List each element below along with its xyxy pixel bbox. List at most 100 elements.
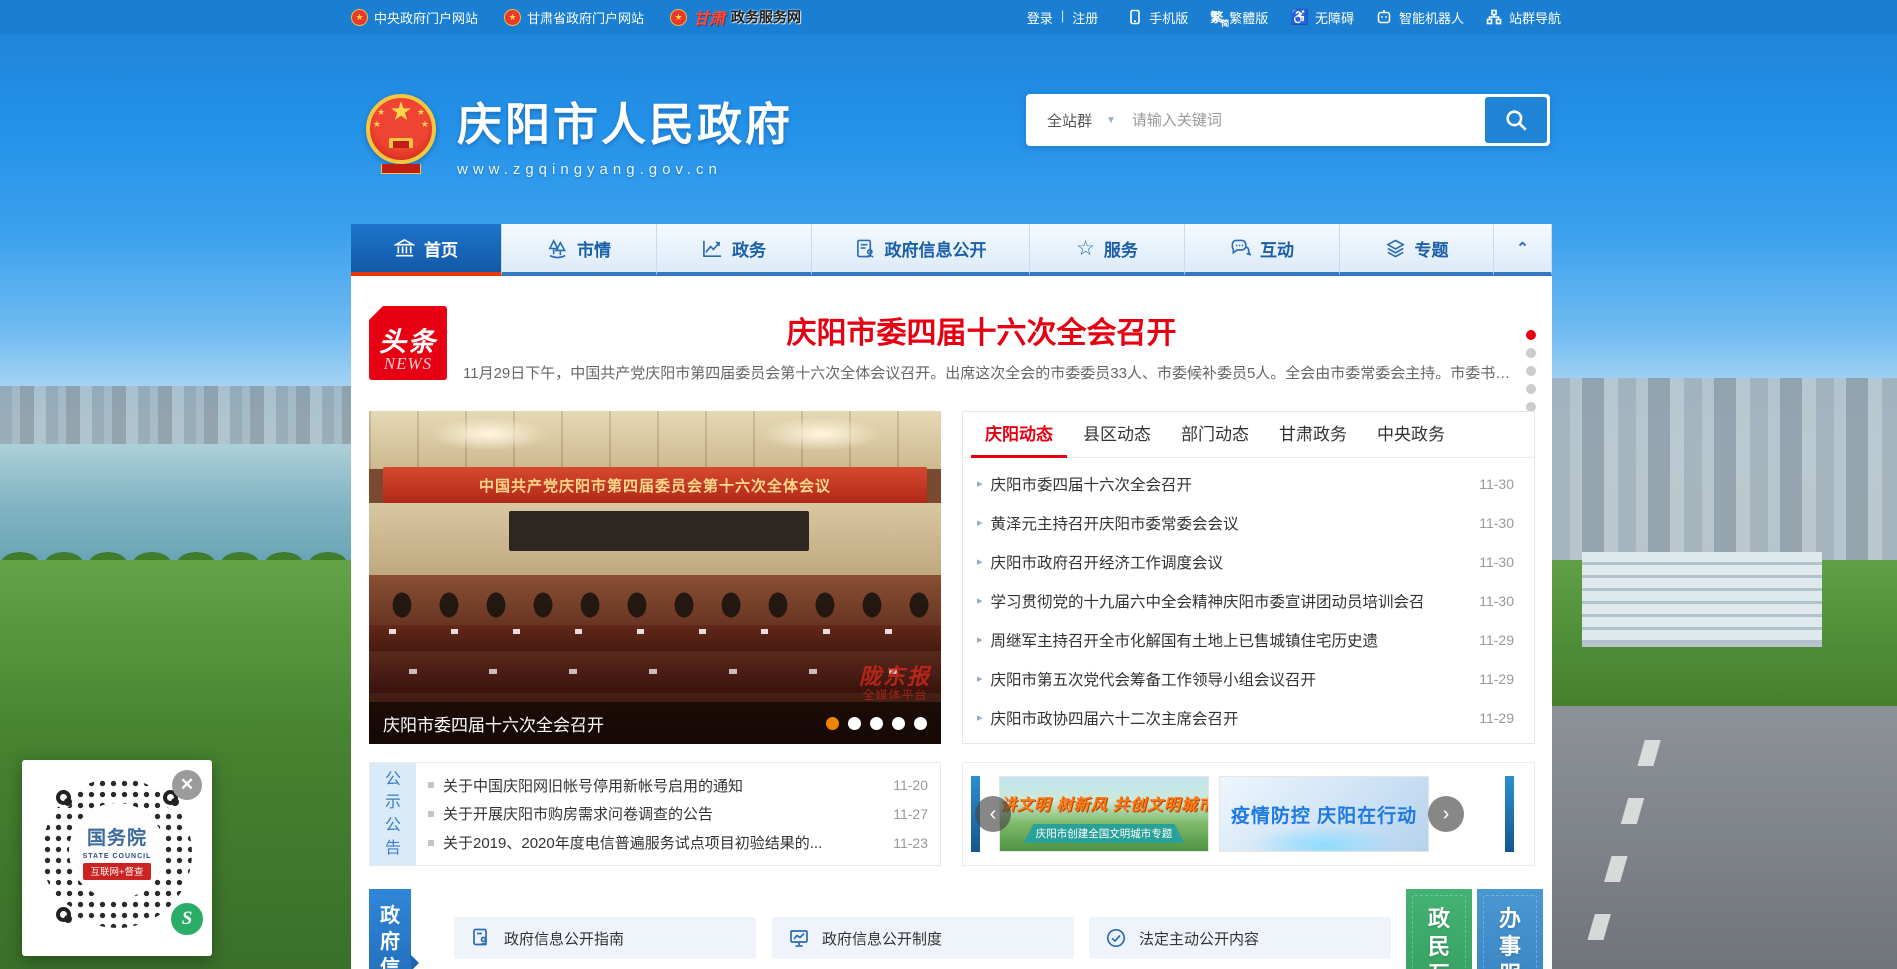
- tab-city-overview[interactable]: 市情: [502, 224, 657, 276]
- tab-interaction[interactable]: 互动: [1185, 224, 1340, 276]
- projection-screen: [509, 511, 809, 551]
- site-group-nav-link[interactable]: 站群导航: [1486, 8, 1561, 27]
- ceiling-light: [761, 417, 881, 451]
- headline-title[interactable]: 庆阳市委四届十六次全会召开: [459, 308, 1504, 352]
- pager-dot[interactable]: [1526, 366, 1536, 376]
- pager-dot[interactable]: [1526, 348, 1536, 358]
- site-search: 全站群 ▼: [1026, 94, 1550, 146]
- layers-icon: [1385, 238, 1406, 259]
- notice-item[interactable]: 关于2019、2020年度电信普遍服务试点项目初验结果的... 11-23: [428, 832, 928, 853]
- news-tab-counties[interactable]: 县区动态: [1083, 420, 1151, 457]
- tab-label: 政府信息公开: [885, 236, 987, 261]
- emblem-icon: ★: [351, 9, 368, 26]
- star-icon: ☆: [1076, 238, 1095, 259]
- news-item[interactable]: ▸ 学习贯彻党的十九届六中全会精神庆阳市委宣讲团动员培训会召 11-30: [977, 590, 1520, 612]
- tab-home[interactable]: 首页: [351, 224, 502, 276]
- search-input[interactable]: [1132, 112, 1485, 129]
- register-link[interactable]: 注册: [1072, 8, 1098, 27]
- arrow-bullet-icon: ▸: [977, 516, 983, 529]
- banner-prev-arrow[interactable]: ‹: [975, 796, 1011, 832]
- accessibility-icon: ♿: [1290, 10, 1309, 25]
- news-tab-qingyang[interactable]: 庆阳动态: [985, 420, 1053, 457]
- info-disclosure-system-link[interactable]: 政府信息公开制度: [772, 917, 1074, 959]
- gansu-logo-text: 甘肃: [693, 5, 725, 29]
- link-label: 中央政府门户网站: [374, 8, 478, 27]
- arrow-bullet-icon: ▸: [977, 711, 983, 724]
- tool-label: 手机版: [1149, 8, 1188, 27]
- news-list: ▸ 庆阳市委四届十六次全会召开 11-30 ▸ 黄泽元主持召开庆阳市委常委会会议…: [977, 464, 1520, 737]
- news-tab-departments[interactable]: 部门动态: [1181, 420, 1249, 457]
- search-scope-label: 全站群: [1047, 110, 1092, 131]
- robot-icon: [1376, 9, 1393, 26]
- tab-services[interactable]: ☆ 服务: [1030, 224, 1185, 276]
- notices-list: 关于中国庆阳网旧帐号停用新帐号启用的通知 11-20 关于开展庆阳市购房需求问卷…: [416, 763, 940, 865]
- civilized-city-banner[interactable]: 讲文明 树新风 共创文明城市 庆阳市创建全国文明城市专题: [999, 776, 1209, 852]
- info-disclosure-guide-link[interactable]: 政府信息公开指南: [454, 917, 756, 959]
- pager-dot[interactable]: [1526, 330, 1536, 340]
- close-icon[interactable]: ✕: [172, 770, 202, 800]
- attendees-silhouettes: [379, 579, 931, 631]
- carousel-caption[interactable]: 庆阳市委四届十六次全会召开: [383, 711, 826, 736]
- news-item[interactable]: ▸ 周继军主持召开全市化解国有土地上已售城镇住宅历史遗 11-29: [977, 629, 1520, 651]
- legal-disclosure-content-link[interactable]: 法定主动公开内容: [1089, 917, 1391, 959]
- national-emblem-logo: ★ ★ ★ ★ ★: [363, 92, 439, 174]
- notice-item[interactable]: 关于开展庆阳市购房需求问卷调查的公告 11-27: [428, 803, 928, 824]
- document-person-icon: [855, 238, 876, 259]
- news-item[interactable]: ▸ 庆阳市委四届十六次全会召开 11-30: [977, 473, 1520, 495]
- accessibility-link[interactable]: ♿ 无障碍: [1290, 8, 1354, 27]
- news-item[interactable]: ▸ 庆阳市第五次党代会筹备工作领导小组会议召开 11-29: [977, 668, 1520, 690]
- news-tab-gansu[interactable]: 甘肃政务: [1279, 420, 1347, 457]
- news-item[interactable]: ▸ 黄泽元主持召开庆阳市委常委会会议 11-30: [977, 512, 1520, 534]
- news-item[interactable]: ▸ 庆阳市政府召开经济工作调度会议 11-30: [977, 551, 1520, 573]
- nav-collapse-button[interactable]: ⌃: [1494, 224, 1552, 276]
- arrow-bullet-icon: ▸: [977, 594, 983, 607]
- speech-bubbles-icon: [1230, 238, 1251, 259]
- news-tab-central[interactable]: 中央政务: [1377, 420, 1445, 457]
- headline-news-badge[interactable]: 头条 NEWS: [369, 306, 447, 380]
- traditional-chinese-link[interactable]: 繁简 繁體版: [1210, 8, 1268, 27]
- tool-label: 智能机器人: [1399, 8, 1464, 27]
- tab-special-topics[interactable]: 专题: [1340, 224, 1494, 276]
- carousel-dot[interactable]: [892, 717, 905, 730]
- citizen-interaction-block[interactable]: 政民互动: [1406, 889, 1472, 969]
- square-bullet-icon: [428, 840, 434, 846]
- news-panel: 庆阳动态 县区动态 部门动态 甘肃政务 中央政务 ▸ 庆阳市委四届十六次全会召开…: [962, 411, 1535, 744]
- mobile-version-link[interactable]: 手机版: [1126, 8, 1188, 27]
- info-disclosure-ribbon[interactable]: 政府信息公开: [369, 889, 411, 969]
- photo-carousel[interactable]: 中国共产党庆阳市第四届委员会第十六次全体会议 陇东报 全媒体平台 庆阳市委四届十…: [369, 411, 941, 744]
- tab-info-disclosure[interactable]: 政府信息公开: [812, 224, 1030, 276]
- service-portal-text: 政务服务网: [731, 7, 801, 27]
- site-url: www.zgqingyang.gov.cn: [457, 161, 793, 178]
- search-scope-dropdown[interactable]: 全站群 ▼: [1029, 110, 1132, 131]
- carousel-dot[interactable]: [826, 717, 839, 730]
- online-services-block[interactable]: 办事服务: [1477, 889, 1543, 969]
- smart-robot-link[interactable]: 智能机器人: [1376, 8, 1464, 27]
- chart-board-icon: [788, 927, 810, 949]
- arrow-bullet-icon: ▸: [977, 633, 983, 646]
- login-link[interactable]: 登录: [1027, 8, 1053, 27]
- tab-label: 服务: [1104, 236, 1138, 261]
- news-tabs: 庆阳动态 县区动态 部门动态 甘肃政务 中央政务: [963, 412, 1534, 458]
- link-gansu-service-portal[interactable]: ★ 甘肃 政务服务网: [670, 5, 801, 29]
- carousel-dot[interactable]: [914, 717, 927, 730]
- banner-edge-sliver: [1505, 776, 1514, 852]
- arrow-bullet-icon: ▸: [977, 555, 983, 568]
- epidemic-prevention-banner[interactable]: 疫情防控 庆阳在行动: [1219, 776, 1429, 852]
- notice-item[interactable]: 关于中国庆阳网旧帐号停用新帐号启用的通知 11-20: [428, 775, 928, 796]
- carousel-dot[interactable]: [848, 717, 861, 730]
- page-background: ★ 中央政府门户网站 ★ 甘肃省政府门户网站 ★ 甘肃 政务服务网 登录 | 注…: [0, 0, 1897, 969]
- state-council-qr-popup: ✕ 国务院 STATE COUNCIL 互联网+督查 S: [22, 760, 212, 956]
- tab-government-affairs[interactable]: 政务: [657, 224, 812, 276]
- banner-next-arrow[interactable]: ›: [1428, 796, 1464, 832]
- arrow-bullet-icon: ▸: [977, 477, 983, 490]
- sitemap-icon: [1486, 9, 1503, 26]
- carousel-dot[interactable]: [870, 717, 883, 730]
- site-brand[interactable]: ★ ★ ★ ★ ★ 庆阳市人民政府 www.zgqingyang.gov.cn: [363, 88, 793, 178]
- search-button[interactable]: [1485, 97, 1547, 143]
- traditional-chinese-icon: 繁简: [1210, 11, 1223, 24]
- news-item[interactable]: ▸ 庆阳市政协四届六十二次主席会召开 11-29: [977, 707, 1520, 729]
- link-central-gov[interactable]: ★ 中央政府门户网站: [351, 8, 478, 27]
- pager-dot[interactable]: [1526, 384, 1536, 394]
- link-gansu-gov[interactable]: ★ 甘肃省政府门户网站: [504, 8, 644, 27]
- wechat-miniprogram-icon: S: [168, 900, 206, 938]
